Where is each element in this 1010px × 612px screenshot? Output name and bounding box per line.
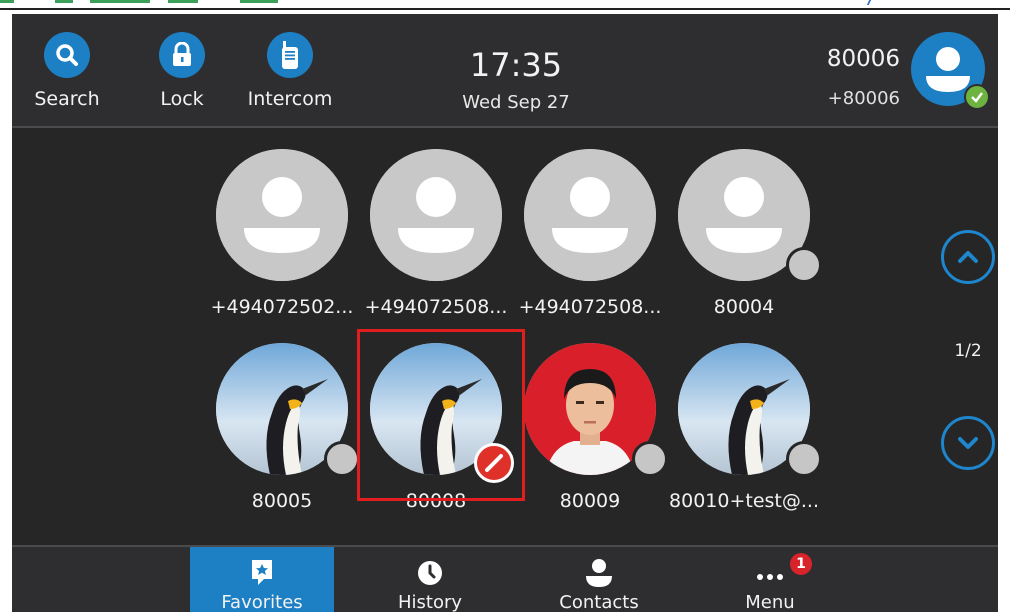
registered-check-icon <box>964 84 990 110</box>
contact-label: +494072502... <box>210 296 354 318</box>
offline-status-icon <box>324 441 360 477</box>
lock-label: Lock <box>160 88 204 110</box>
tab-menu[interactable]: 1 Menu <box>698 547 842 612</box>
search-label: Search <box>34 88 100 110</box>
tab-contacts[interactable]: Contacts <box>527 547 671 612</box>
contact-label: +494072508... <box>364 296 508 318</box>
tab-history[interactable]: History <box>358 547 502 612</box>
contact-label: 80009 <box>559 490 621 512</box>
page-indicator: 1/2 <box>954 341 982 361</box>
tab-contacts-label: Contacts <box>559 592 639 612</box>
menu-notification-badge: 1 <box>790 553 812 575</box>
lock-button[interactable]: Lock <box>132 32 232 110</box>
chevron-down-icon <box>958 437 978 449</box>
chevron-up-icon <box>958 251 978 263</box>
default-avatar-icon <box>370 149 502 281</box>
date: Wed Sep 27 <box>462 92 570 113</box>
account-number: 80006 <box>826 46 900 72</box>
intercom-button[interactable]: Intercom <box>240 32 340 110</box>
offline-status-icon <box>786 441 822 477</box>
intercom-label: Intercom <box>247 88 333 110</box>
tab-history-label: History <box>397 592 463 612</box>
contact-label: +494072508... <box>518 296 662 318</box>
phone-screen: Search Lock Intercom 17:35 Wed Sep 27 80… <box>12 14 998 612</box>
top-strip <box>0 0 1010 14</box>
contact-label: 80010+test@... <box>669 490 819 512</box>
contact-label: 80005 <box>251 490 313 512</box>
search-button[interactable]: Search <box>17 32 117 110</box>
default-avatar-icon <box>524 149 656 281</box>
page-up-button[interactable] <box>941 230 995 284</box>
tab-favorites[interactable]: Favorites <box>190 547 334 612</box>
contact-label: 80004 <box>713 296 775 318</box>
status-bar: Search Lock Intercom 17:35 Wed Sep 27 80… <box>12 14 998 128</box>
clock: 17:35 <box>469 46 563 84</box>
tab-menu-label: Menu <box>745 592 795 612</box>
selection-highlight <box>357 329 525 501</box>
offline-status-icon <box>632 441 668 477</box>
search-icon <box>44 32 90 78</box>
history-icon <box>412 557 448 589</box>
account-label: +80006 <box>827 88 900 109</box>
offline-status-icon <box>786 247 822 283</box>
contacts-icon <box>581 557 617 589</box>
favorites-icon <box>244 557 280 589</box>
default-avatar-icon <box>216 149 348 281</box>
intercom-icon <box>267 32 313 78</box>
lock-icon <box>159 32 205 78</box>
bottom-nav: Favorites History Contacts 1 Menu <box>12 545 998 612</box>
page-down-button[interactable] <box>941 416 995 470</box>
menu-dots-icon <box>752 557 788 589</box>
tab-favorites-label: Favorites <box>221 592 303 612</box>
